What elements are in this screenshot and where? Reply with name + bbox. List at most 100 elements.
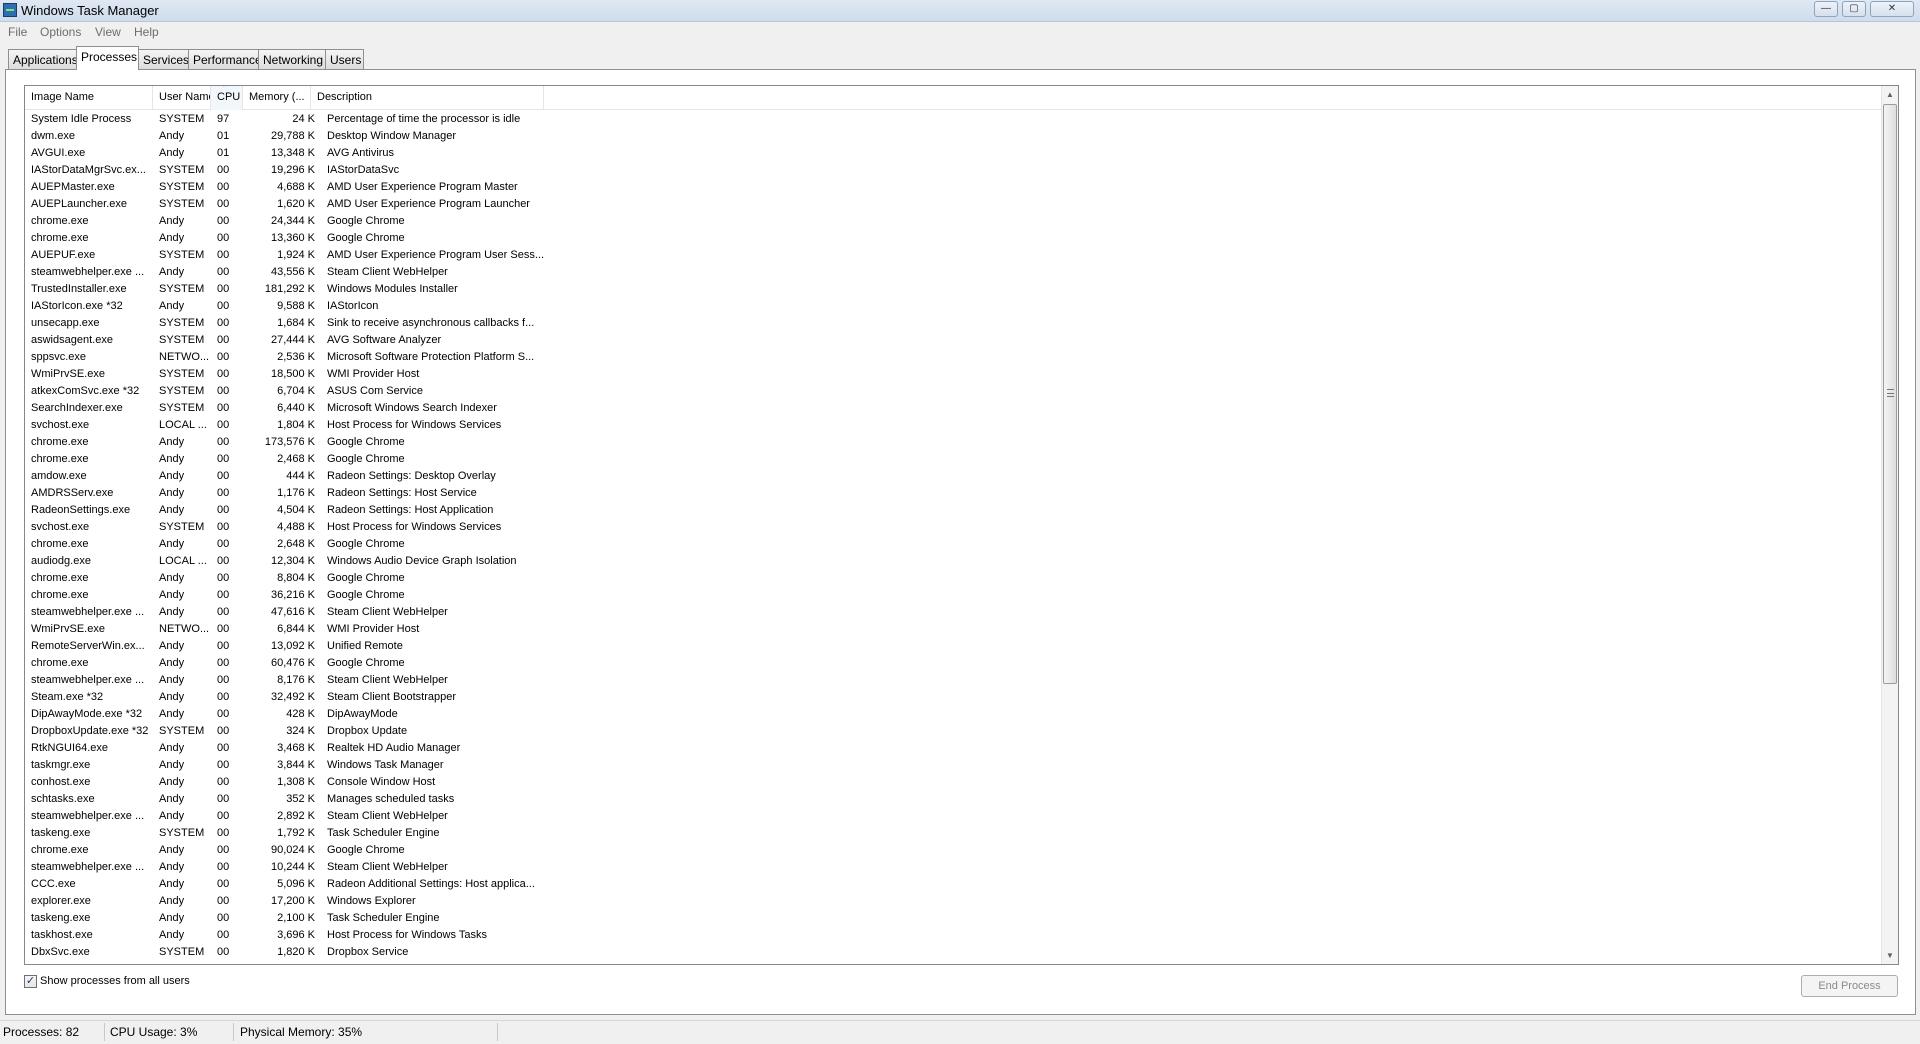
process-image-name: chrome.exe	[31, 232, 89, 244]
table-row[interactable]: unsecapp.exe SYSTEM 00 1,684 K Sink to recei…	[25, 315, 545, 332]
column-description[interactable]: Description	[311, 86, 544, 110]
menu-bar: File Options View Help	[0, 22, 1920, 42]
process-memory: 19,296 K	[270, 164, 315, 176]
process-description: Google Chrome	[327, 844, 405, 856]
menu-view[interactable]: View	[95, 25, 121, 39]
column-user-name[interactable]: User Name	[153, 86, 211, 110]
process-memory: 10,244 K	[270, 861, 315, 873]
table-row[interactable]: System Idle Process SYSTEM 97 24 K Percentag…	[25, 111, 545, 128]
process-description: Steam Client WebHelper	[327, 810, 448, 822]
table-row[interactable]: chrome.exe Andy 00 90,024 K Google Chrome	[25, 842, 545, 859]
table-row[interactable]: taskhost.exe Andy 00 3,696 K Host Process fo…	[25, 927, 545, 944]
menu-file[interactable]: File	[8, 25, 27, 39]
table-row[interactable]: SearchIndexer.exe SYSTEM 00 6,440 K Microsof…	[25, 400, 545, 417]
close-button[interactable]: ✕	[1870, 1, 1914, 17]
process-description: WMI Provider Host	[327, 623, 420, 635]
table-row[interactable]: chrome.exe Andy 00 36,216 K Google Chrome	[25, 587, 545, 604]
show-all-checkbox[interactable]: ✓	[24, 975, 37, 988]
table-row[interactable]: audiodg.exe LOCAL ... 00 12,304 K Windows Au…	[25, 553, 545, 570]
table-row[interactable]: amdow.exe Andy 00 444 K Radeon Settings: Des…	[25, 468, 545, 485]
table-row[interactable]: Steam.exe *32 Andy 00 32,492 K Steam Client …	[25, 689, 545, 706]
process-list[interactable]: Image Name User Name ^ CPU Memory (... D…	[24, 85, 1899, 965]
process-cpu: 00	[217, 402, 230, 414]
process-image-name: AMDRSServ.exe	[31, 487, 114, 499]
sort-ascending-icon: ^	[223, 86, 227, 91]
table-row[interactable]: AUEPUF.exe SYSTEM 00 1,924 K AMD User Experi…	[25, 247, 545, 264]
process-user-name: SYSTEM	[159, 113, 205, 125]
column-cpu[interactable]: ^ CPU	[211, 86, 243, 110]
process-image-name: AUEPMaster.exe	[31, 181, 115, 193]
vertical-scrollbar[interactable]: ▲ ▼	[1881, 86, 1898, 964]
table-row[interactable]: steamwebhelper.exe ... Andy 00 43,556 K Stea…	[25, 264, 545, 281]
process-user-name: Andy	[159, 776, 185, 788]
process-user-name: LOCAL ...	[159, 419, 207, 431]
table-row[interactable]: TrustedInstaller.exe SYSTEM 00 181,292 K Win…	[25, 281, 545, 298]
tab-processes[interactable]: Processes	[76, 46, 139, 70]
table-row[interactable]: chrome.exe Andy 00 24,344 K Google Chrome	[25, 213, 545, 230]
minimize-button[interactable]: —	[1814, 1, 1838, 17]
process-cpu: 00	[217, 946, 230, 958]
process-memory: 18,500 K	[270, 368, 315, 380]
table-row[interactable]: WmiPrvSE.exe NETWO... 00 6,844 K WMI Provide…	[25, 621, 545, 638]
table-row[interactable]: chrome.exe Andy 00 60,476 K Google Chrome	[25, 655, 545, 672]
table-row[interactable]: taskmgr.exe Andy 00 3,844 K Windows Task Man…	[25, 757, 545, 774]
table-row[interactable]: IAStorDataMgrSvc.ex... SYSTEM 00 19,296 K IA…	[25, 162, 545, 179]
table-row[interactable]: chrome.exe Andy 00 173,576 K Google Chrome	[25, 434, 545, 451]
table-row[interactable]: chrome.exe Andy 00 2,468 K Google Chrome	[25, 451, 545, 468]
process-description: Console Window Host	[327, 776, 436, 788]
tab-applications[interactable]: Applications	[8, 49, 78, 69]
tab-users[interactable]: Users	[325, 49, 364, 69]
table-row[interactable]: chrome.exe Andy 00 8,804 K Google Chrome	[25, 570, 545, 587]
table-row[interactable]: dwm.exe Andy 01 29,788 K Desktop Window Mana…	[25, 128, 545, 145]
table-row[interactable]: sppsvc.exe NETWO... 00 2,536 K Microsoft Sof…	[25, 349, 545, 366]
table-row[interactable]: schtasks.exe Andy 00 352 K Manages scheduled…	[25, 791, 545, 808]
process-memory: 324 K	[286, 725, 315, 737]
process-memory: 1,620 K	[277, 198, 315, 210]
maximize-button[interactable]: ▢	[1842, 1, 1866, 17]
table-row[interactable]: explorer.exe Andy 00 17,200 K Windows Explor…	[25, 893, 545, 910]
table-row[interactable]: CCC.exe Andy 00 5,096 K Radeon Additional Se…	[25, 876, 545, 893]
tab-services[interactable]: Services	[138, 49, 189, 69]
table-row[interactable]: steamwebhelper.exe ... Andy 00 47,616 K Stea…	[25, 604, 545, 621]
table-row[interactable]: RemoteServerWin.ex... Andy 00 13,092 K Unifi…	[25, 638, 545, 655]
table-row[interactable]: AVGUI.exe Andy 01 13,348 K AVG Antivirus	[25, 145, 545, 162]
table-row[interactable]: aswidsagent.exe SYSTEM 00 27,444 K AVG Softw…	[25, 332, 545, 349]
process-image-name: WmiPrvSE.exe	[31, 368, 105, 380]
menu-help[interactable]: Help	[134, 25, 159, 39]
show-all-label[interactable]: Show processes from all users	[40, 975, 190, 987]
table-row[interactable]: atkexComSvc.exe *32 SYSTEM 00 6,704 K ASUS C…	[25, 383, 545, 400]
table-row[interactable]: chrome.exe Andy 00 2,648 K Google Chrome	[25, 536, 545, 553]
table-row[interactable]: taskeng.exe SYSTEM 00 1,792 K Task Scheduler…	[25, 825, 545, 842]
table-row[interactable]: chrome.exe Andy 00 13,360 K Google Chrome	[25, 230, 545, 247]
table-row[interactable]: DropboxUpdate.exe *32 SYSTEM 00 324 K Dropbo…	[25, 723, 545, 740]
table-row[interactable]: DipAwayMode.exe *32 Andy 00 428 K DipAwayMod…	[25, 706, 545, 723]
table-row[interactable]: WmiPrvSE.exe SYSTEM 00 18,500 K WMI Provider…	[25, 366, 545, 383]
table-row[interactable]: steamwebhelper.exe ... Andy 00 10,244 K Stea…	[25, 859, 545, 876]
table-row[interactable]: AUEPLauncher.exe SYSTEM 00 1,620 K AMD User …	[25, 196, 545, 213]
table-row[interactable]: conhost.exe Andy 00 1,308 K Console Window H…	[25, 774, 545, 791]
process-memory: 428 K	[286, 708, 315, 720]
title-bar[interactable]: Windows Task Manager — ▢ ✕	[0, 0, 1920, 22]
scroll-down-arrow-icon[interactable]: ▼	[1882, 947, 1898, 964]
column-memory[interactable]: Memory (...	[243, 86, 311, 110]
tab-performance[interactable]: Performance	[188, 49, 262, 69]
table-row[interactable]: AMDRSServ.exe Andy 00 1,176 K Radeon Setting…	[25, 485, 545, 502]
table-row[interactable]: RadeonSettings.exe Andy 00 4,504 K Radeon Se…	[25, 502, 545, 519]
table-row[interactable]: AUEPMaster.exe SYSTEM 00 4,688 K AMD User Ex…	[25, 179, 545, 196]
table-row[interactable]: steamwebhelper.exe ... Andy 00 8,176 K Steam…	[25, 672, 545, 689]
end-process-button[interactable]: End Process	[1801, 975, 1898, 997]
process-cpu: 00	[217, 300, 230, 312]
table-row[interactable]: svchost.exe LOCAL ... 00 1,804 K Host Proces…	[25, 417, 545, 434]
table-row[interactable]: RtkNGUI64.exe Andy 00 3,468 K Realtek HD Aud…	[25, 740, 545, 757]
table-row[interactable]: IAStorIcon.exe *32 Andy 00 9,588 K IAStorIco…	[25, 298, 545, 315]
menu-options[interactable]: Options	[40, 25, 81, 39]
table-row[interactable]: DbxSvc.exe SYSTEM 00 1,820 K Dropbox Service	[25, 944, 545, 961]
scrollbar-thumb[interactable]	[1883, 104, 1897, 684]
table-row[interactable]: taskeng.exe Andy 00 2,100 K Task Scheduler E…	[25, 910, 545, 927]
table-row[interactable]: steamwebhelper.exe ... Andy 00 2,892 K Steam…	[25, 808, 545, 825]
column-image-name[interactable]: Image Name	[25, 86, 153, 110]
tab-networking[interactable]: Networking	[258, 49, 326, 69]
scroll-up-arrow-icon[interactable]: ▲	[1882, 86, 1898, 103]
process-memory: 24 K	[292, 113, 315, 125]
table-row[interactable]: svchost.exe SYSTEM 00 4,488 K Host Process f…	[25, 519, 545, 536]
